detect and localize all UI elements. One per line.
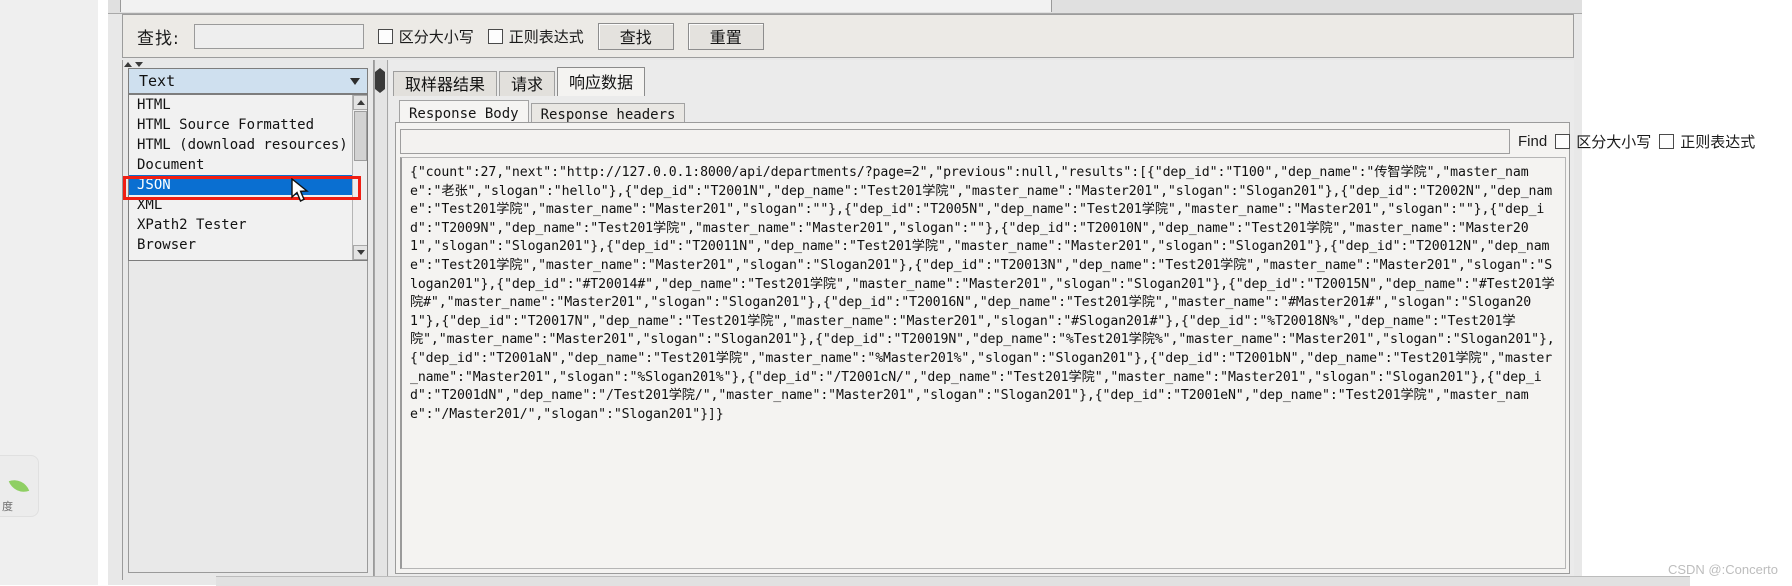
renderer-combobox[interactable]: Text <box>128 68 368 94</box>
leaf-icon <box>8 475 30 497</box>
vertical-splitter[interactable] <box>374 60 388 580</box>
list-item[interactable]: Browser <box>129 235 367 255</box>
response-case-sensitive-checkbox[interactable] <box>1555 133 1571 149</box>
list-item[interactable]: HTML Source Formatted <box>129 115 367 135</box>
regex-checkbox[interactable] <box>487 28 503 44</box>
scroll-up-icon[interactable] <box>353 95 367 110</box>
vertical-splitter-arrows[interactable] <box>375 68 387 93</box>
response-case-sensitive-label: 区分大小写 <box>1576 132 1652 151</box>
page-right-gutter <box>1580 0 1792 585</box>
renderer-dropdown-list[interactable]: HTML HTML Source Formatted HTML (downloa… <box>128 94 368 261</box>
response-body-text: {"count":27,"next":"http://127.0.0.1:800… <box>410 165 1555 422</box>
search-toolbar: 查找: 区分大小写 正则表达式 查找 重置 <box>122 14 1574 58</box>
list-item[interactable]: HTML (download resources) <box>129 135 367 155</box>
regex-checkbox-group[interactable]: 正则表达式 <box>487 26 584 47</box>
window-top-sliver-inner <box>120 0 1052 12</box>
response-find-label: Find <box>1518 132 1548 150</box>
watermark: CSDN @:Concerto <box>1667 562 1778 577</box>
tab-sampler-result[interactable]: 取样器结果 <box>393 71 498 96</box>
result-tab-bar: 取样器结果 请求 响应数据 <box>393 67 647 96</box>
renderer-panel-empty-area <box>128 261 368 573</box>
response-find-bar: Find 区分大小写 正则表达式 <box>400 127 1755 155</box>
response-content-area: Find 区分大小写 正则表达式 {"count":27,"next":"htt… <box>395 122 1755 574</box>
response-regex-group[interactable]: 正则表达式 <box>1659 131 1755 152</box>
tab-response-data[interactable]: 响应数据 <box>557 67 646 96</box>
list-item[interactable]: XML <box>129 195 367 215</box>
gutter-label: 度 <box>2 500 13 513</box>
triangle-right-icon[interactable] <box>380 68 385 93</box>
scroll-down-icon[interactable] <box>353 245 367 260</box>
list-item[interactable]: XPath2 Tester <box>129 215 367 235</box>
search-input[interactable] <box>193 23 364 49</box>
dropdown-scrollbar[interactable] <box>352 95 367 260</box>
mouse-cursor-icon <box>291 178 309 202</box>
renderer-selected-value: Text <box>139 72 176 90</box>
result-panel: 取样器结果 请求 响应数据 Response Body Response hea… <box>389 60 1755 580</box>
find-button[interactable]: 查找 <box>597 22 674 50</box>
scrollbar-thumb[interactable] <box>354 111 367 161</box>
list-item[interactable]: HTML <box>129 95 367 115</box>
regex-label: 正则表达式 <box>508 27 584 46</box>
triangle-down-icon <box>135 62 143 67</box>
response-case-sensitive-group[interactable]: 区分大小写 <box>1555 131 1651 152</box>
triangle-up-icon <box>124 62 132 67</box>
list-item-json[interactable]: JSON <box>129 175 367 195</box>
response-regex-checkbox[interactable] <box>1659 133 1675 149</box>
case-sensitive-label: 区分大小写 <box>398 27 474 46</box>
response-regex-label: 正则表达式 <box>1680 132 1756 151</box>
window-top-sliver <box>108 0 1582 14</box>
response-find-input[interactable] <box>400 128 1510 154</box>
gutter-white-strip <box>98 0 108 585</box>
case-sensitive-checkbox[interactable] <box>377 28 393 44</box>
chevron-down-icon <box>350 77 361 85</box>
jmeter-window: 查找: 区分大小写 正则表达式 查找 重置 Text HTML HTML Sou… <box>108 0 1755 586</box>
case-sensitive-checkbox-group[interactable]: 区分大小写 <box>377 26 474 47</box>
search-label: 查找: <box>137 28 180 49</box>
response-body-viewer[interactable]: {"count":27,"next":"http://127.0.0.1:800… <box>400 157 1566 569</box>
triangle-down-icon <box>356 250 365 255</box>
list-item[interactable]: Document <box>129 155 367 175</box>
triangle-up-icon <box>356 100 365 105</box>
reset-button[interactable]: 重置 <box>687 22 764 50</box>
tab-request[interactable]: 请求 <box>499 71 556 96</box>
